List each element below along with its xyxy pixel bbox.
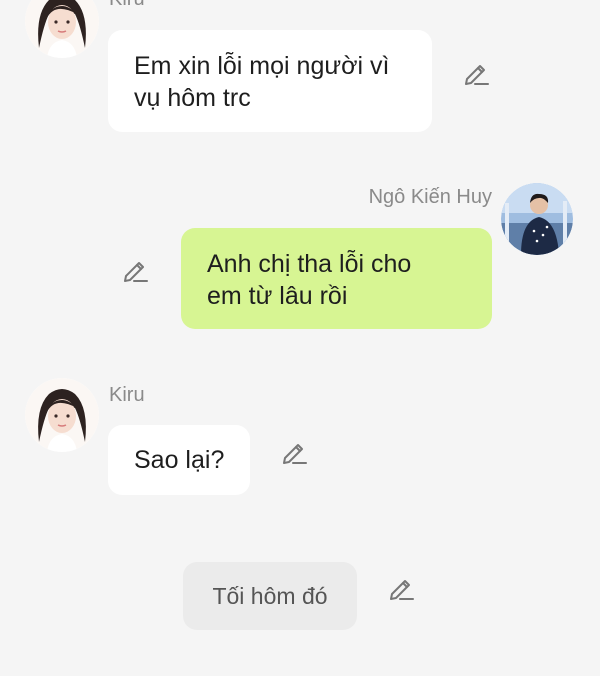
message-text: Em xin lỗi mọi người vì (134, 52, 390, 80)
message-text: em từ lâu rồi (207, 282, 348, 310)
message-text: Sao lại? (134, 446, 225, 474)
edit-icon[interactable] (388, 574, 416, 602)
message-text: vụ hôm trc (134, 84, 251, 112)
avatar-huy[interactable] (501, 183, 573, 255)
message-text: Anh chị tha lỗi cho (207, 250, 412, 278)
message-bubble[interactable]: Em xin lỗi mọi người vì vụ hôm trc (108, 30, 432, 132)
avatar-kiru[interactable] (25, 0, 99, 58)
avatar-kiru[interactable] (25, 378, 99, 452)
message-bubble[interactable]: Sao lại? (108, 425, 250, 495)
sender-name: Kiru (109, 0, 145, 11)
edit-icon[interactable] (463, 59, 491, 87)
reply-option-button[interactable]: Tối hôm đó (183, 562, 357, 630)
reply-option-text: Tối hôm đó (212, 583, 328, 609)
sender-name: Ngô Kiến Huy (368, 186, 492, 208)
message-bubble[interactable]: Anh chị tha lỗi cho em từ lâu rồi (181, 228, 492, 329)
edit-icon[interactable] (281, 438, 309, 466)
sender-name: Kiru (109, 384, 145, 406)
edit-icon[interactable] (122, 256, 150, 284)
